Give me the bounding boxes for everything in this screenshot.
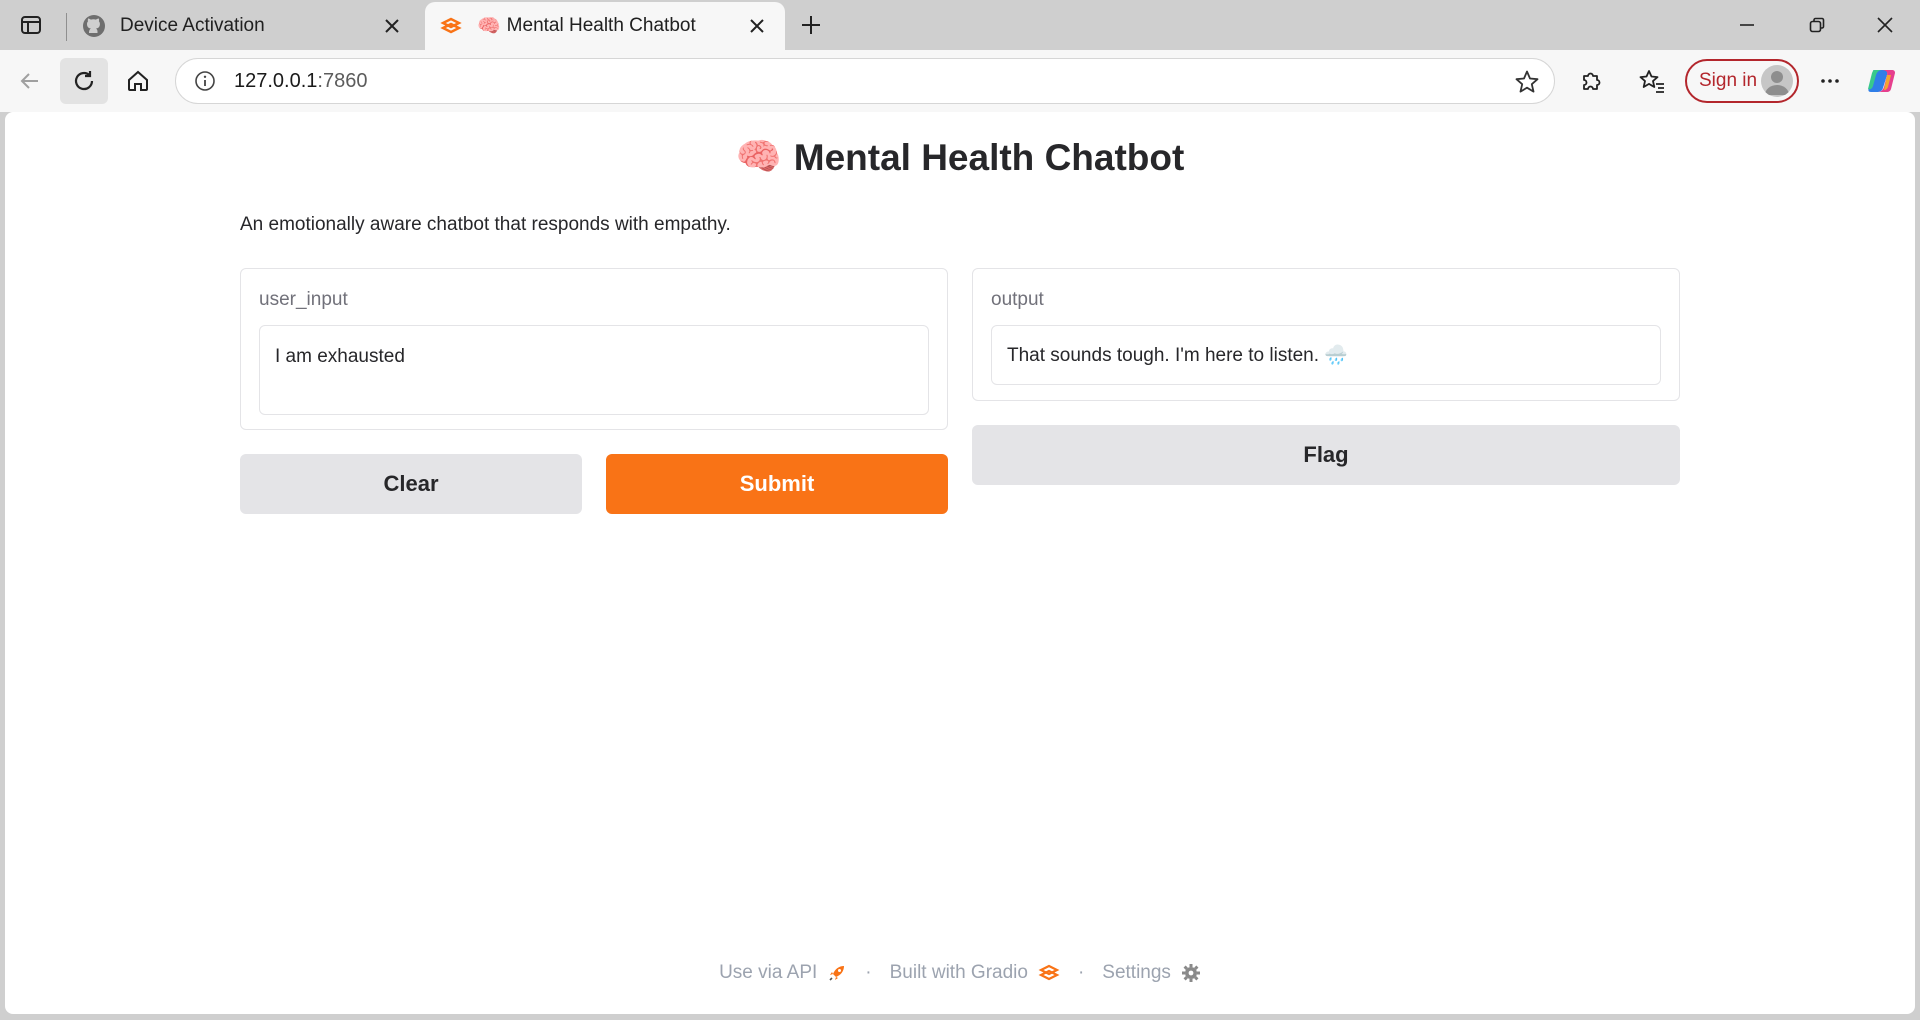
tab-close-button[interactable] [378,12,406,40]
avatar-icon [1761,65,1793,97]
settings-link[interactable]: Settings [1102,962,1201,984]
footer-separator: · [865,962,872,983]
reload-icon [74,71,94,91]
sign-in-label: Sign in [1699,70,1758,91]
app-description: An emotionally aware chatbot that respon… [240,214,731,235]
use-via-api-label: Use via API [719,962,818,983]
tab-mental-health-chatbot[interactable]: 🧠 Mental Health Chatbot [425,2,785,50]
restore-icon [1809,17,1825,33]
back-button[interactable] [6,58,54,104]
favorites-list-icon [1639,70,1664,93]
built-with-gradio-link[interactable]: Built with Gradio [890,962,1060,984]
tab-title: Mental Health Chatbot [506,15,696,36]
address-port: :7860 [317,69,368,92]
new-tab-button[interactable] [792,8,830,42]
output-text: That sounds tough. I'm here to listen. 🌧… [1007,345,1348,366]
app-title: 🧠 Mental Health Chatbot [5,136,1915,179]
address-bar[interactable]: 127.0.0.1:7860 [175,58,1555,104]
more-menu-button[interactable] [1806,58,1854,104]
window-close-button[interactable] [1855,5,1915,45]
address-url[interactable]: 127.0.0.1:7860 [234,70,367,93]
extensions-button[interactable] [1568,58,1616,104]
footer: Use via API · Built with Gradio · Settin… [5,962,1915,984]
tab-close-button[interactable] [743,12,771,40]
output-label: output [991,289,1044,310]
gradio-icon [439,14,463,38]
tab-device-activation[interactable]: Device Activation [68,2,420,50]
close-icon [385,19,399,33]
tab-strip: Device Activation 🧠 Mental Health Chatbo… [0,0,1920,50]
copilot-icon[interactable] [1866,64,1900,98]
close-icon [1877,17,1893,33]
minimize-button[interactable] [1717,5,1777,45]
favorite-star-icon[interactable] [1514,69,1540,100]
user-input-textbox[interactable]: I am exhausted [259,325,929,415]
submit-button[interactable]: Submit [606,454,948,514]
address-host: 127.0.0.1 [234,69,318,92]
input-panel: user_input I am exhausted [240,268,948,430]
home-icon [128,70,148,91]
home-button[interactable] [114,58,162,104]
tab-title: Device Activation [120,15,265,36]
plus-icon [802,16,820,34]
reload-button[interactable] [60,58,108,104]
settings-label: Settings [1102,962,1171,983]
close-icon [750,19,764,33]
flag-button[interactable]: Flag [972,425,1680,485]
use-via-api-link[interactable]: Use via API [719,962,847,984]
restore-button[interactable] [1787,5,1847,45]
github-icon [82,14,106,38]
app-title-text: Mental Health Chatbot [793,136,1185,178]
clear-button[interactable]: Clear [240,454,582,514]
more-dots-icon [1821,79,1839,83]
rocket-icon [829,966,845,981]
brain-emoji: 🧠 [477,16,501,37]
tab-actions-button[interactable] [14,10,48,40]
output-panel: output That sounds tough. I'm here to li… [972,268,1680,401]
output-textbox: That sounds tough. I'm here to listen. 🌧… [991,325,1661,385]
gradio-logo-icon [1038,964,1060,981]
browser-toolbar: 127.0.0.1:7860 Sign in [0,50,1920,112]
brain-emoji: 🧠 [735,136,782,177]
page-content: 🧠 Mental Health Chatbot An emotionally a… [5,112,1915,1014]
minimize-icon [1740,24,1754,26]
back-arrow-icon [20,73,38,89]
gear-icon [1181,964,1200,982]
tab-separator [66,13,67,41]
sign-in-button[interactable]: Sign in [1685,59,1799,103]
footer-separator: · [1077,962,1085,983]
puzzle-icon [1583,72,1601,90]
site-info-icon[interactable] [182,70,228,92]
built-with-gradio-label: Built with Gradio [889,962,1028,983]
input-label: user_input [259,289,348,310]
favorites-button[interactable] [1628,58,1676,104]
tab-actions-icon [21,16,41,34]
